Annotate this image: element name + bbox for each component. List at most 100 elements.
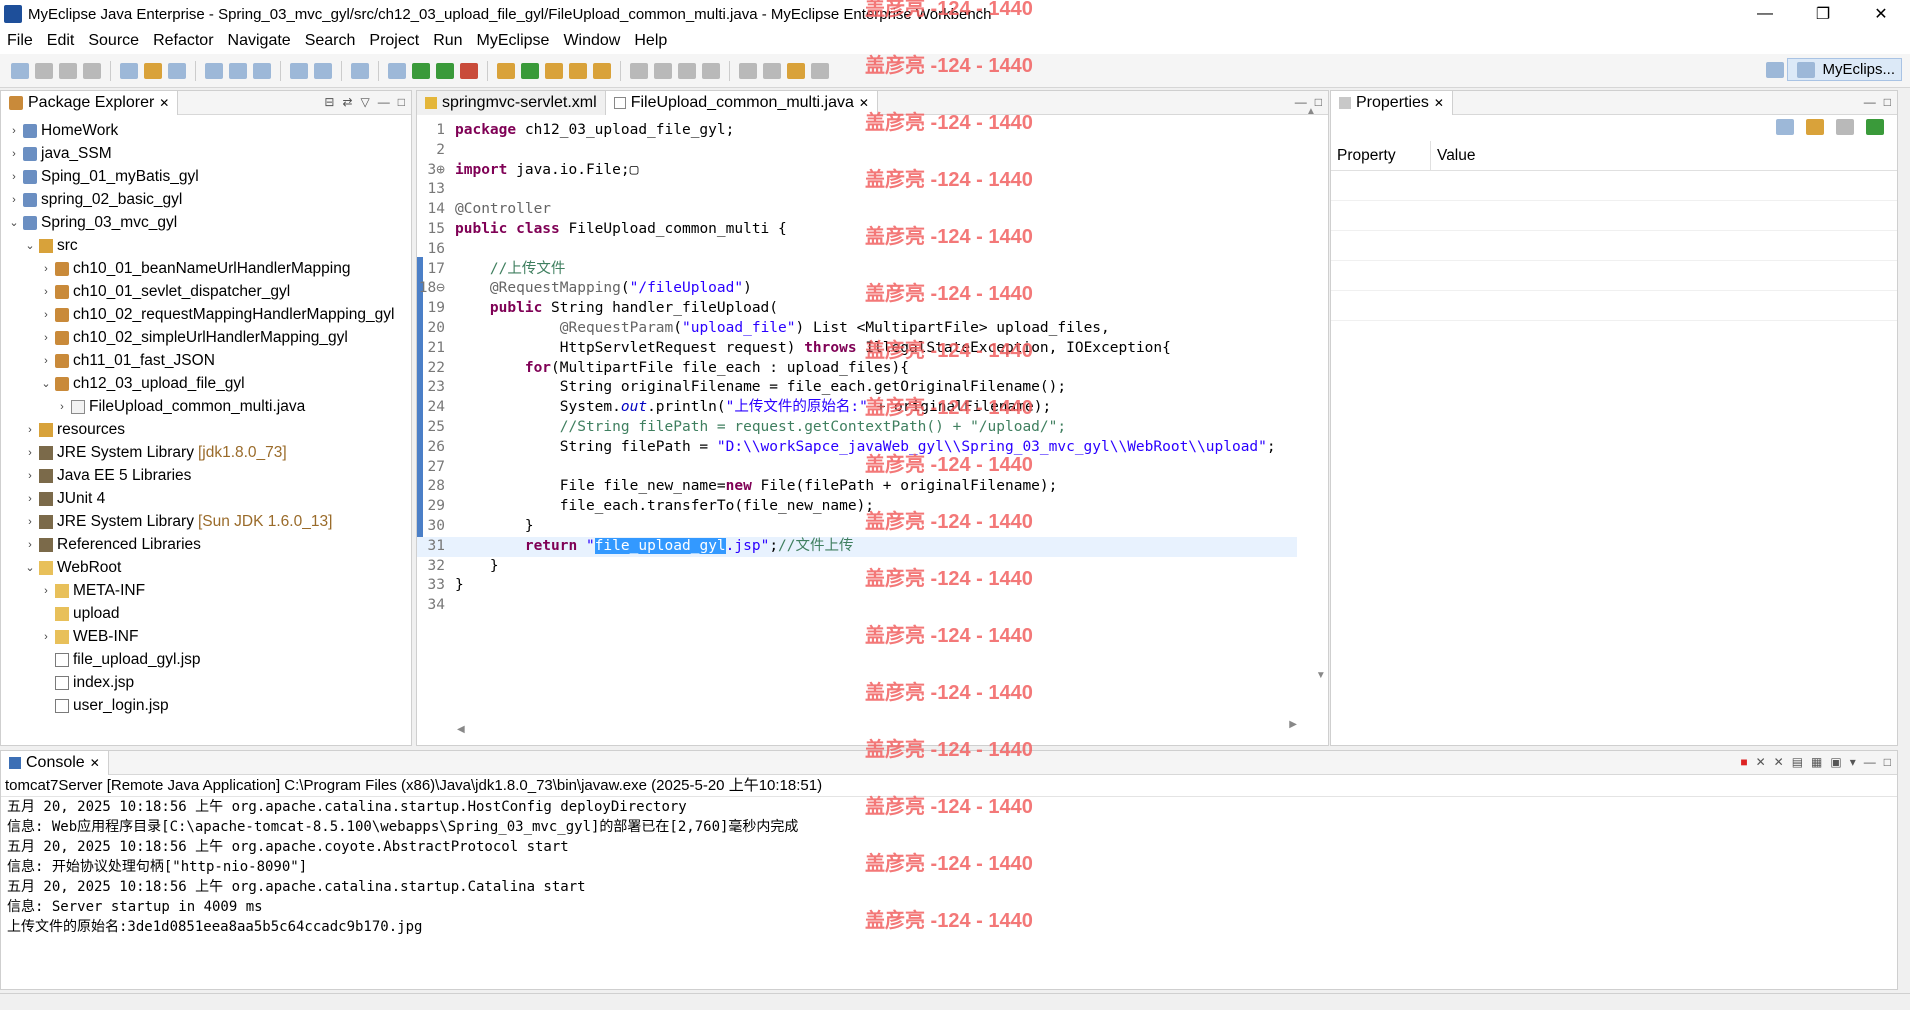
- deploy-icon[interactable]: [229, 62, 247, 79]
- menu-edit[interactable]: Edit: [40, 32, 82, 50]
- pin-console-icon[interactable]: ▣: [1830, 755, 1841, 769]
- expand-arrow-icon[interactable]: ⌄: [7, 216, 21, 229]
- menu-project[interactable]: Project: [362, 32, 426, 50]
- menu-source[interactable]: Source: [81, 32, 146, 50]
- menu-myeclipse[interactable]: MyEclipse: [470, 32, 557, 50]
- print-icon[interactable]: [83, 62, 101, 79]
- code-line[interactable]: 28 File file_new_name=new File(filePath …: [417, 477, 1297, 497]
- expand-arrow-icon[interactable]: ›: [23, 470, 37, 482]
- code-line[interactable]: 1 package ch12_03_upload_file_gyl;: [417, 121, 1297, 141]
- code-line[interactable]: 3⊕ import java.io.File;▢: [417, 161, 1297, 181]
- paragraph-icon[interactable]: [702, 62, 720, 79]
- maximize-view-icon[interactable]: □: [1884, 755, 1891, 769]
- tree-item[interactable]: › HomeWork: [1, 119, 411, 142]
- minimize-view-icon[interactable]: —: [1295, 95, 1307, 109]
- tab-fileupload-java[interactable]: FileUpload_common_multi.java ✕: [605, 90, 878, 115]
- close-tab-icon[interactable]: ✕: [159, 96, 169, 110]
- tree-item[interactable]: ⌄ WebRoot: [1, 556, 411, 579]
- perspective-myeclipse-button[interactable]: MyEclips...: [1787, 58, 1902, 81]
- collapse-all-icon[interactable]: ⊟: [324, 95, 334, 109]
- code-line[interactable]: 18⊖ @RequestMapping("/fileUpload"): [417, 279, 1297, 299]
- code-line[interactable]: 13: [417, 180, 1297, 200]
- new-class-icon[interactable]: [521, 62, 539, 79]
- view-menu-icon[interactable]: ▽: [361, 95, 370, 109]
- editor-horizontal-scrollbar[interactable]: ◀ ▶: [457, 719, 1297, 735]
- minimize-button[interactable]: —: [1736, 0, 1794, 28]
- maximize-button[interactable]: ❐: [1794, 0, 1852, 28]
- server-icon[interactable]: [205, 62, 223, 79]
- tree-item[interactable]: › ch10_02_simpleUrlHandlerMapping_gyl: [1, 326, 411, 349]
- editor-vertical-scrollbar[interactable]: ▲ ▼: [1306, 101, 1326, 681]
- expand-arrow-icon[interactable]: ›: [55, 401, 69, 413]
- expand-arrow-icon[interactable]: ›: [23, 424, 37, 436]
- new-icon[interactable]: [11, 62, 29, 79]
- tree-item[interactable]: file_upload_gyl.jsp: [1, 648, 411, 671]
- open-console-icon[interactable]: ▾: [1850, 755, 1856, 769]
- tree-item[interactable]: › Sping_01_myBatis_gyl: [1, 165, 411, 188]
- minimize-view-icon[interactable]: —: [1864, 95, 1876, 109]
- external-tools-icon[interactable]: [460, 62, 478, 79]
- new-wizard-icon[interactable]: [120, 62, 138, 79]
- expand-arrow-icon[interactable]: ›: [39, 585, 53, 597]
- menu-file[interactable]: File: [0, 32, 40, 50]
- code-line[interactable]: 14 @Controller: [417, 200, 1297, 220]
- tree-item[interactable]: ⌄ src: [1, 234, 411, 257]
- expand-arrow-icon[interactable]: ›: [39, 309, 53, 321]
- expand-arrow-icon[interactable]: ›: [39, 631, 53, 643]
- open-type-icon[interactable]: [144, 62, 162, 79]
- code-line[interactable]: 27: [417, 458, 1297, 478]
- code-line[interactable]: 19 public String handler_fileUpload(: [417, 299, 1297, 319]
- code-line[interactable]: 30 }: [417, 517, 1297, 537]
- maximize-view-icon[interactable]: □: [398, 95, 405, 109]
- categories-icon[interactable]: [1776, 119, 1794, 135]
- tree-item[interactable]: › JRE System Library [jdk1.8.0_73]: [1, 441, 411, 464]
- open-perspective-icon[interactable]: [1766, 61, 1785, 78]
- tree-item[interactable]: › resources: [1, 418, 411, 441]
- code-line[interactable]: 24 System.out.println("上传文件的原始名:" + orig…: [417, 398, 1297, 418]
- expand-arrow-icon[interactable]: ›: [23, 447, 37, 459]
- tree-item[interactable]: ⌄ ch12_03_upload_file_gyl: [1, 372, 411, 395]
- tab-package-explorer[interactable]: Package Explorer ✕: [1, 90, 179, 115]
- tree-item[interactable]: › FileUpload_common_multi.java: [1, 395, 411, 418]
- debug-icon[interactable]: [388, 62, 406, 79]
- pen-icon[interactable]: [654, 62, 672, 79]
- tree-item[interactable]: › META-INF: [1, 579, 411, 602]
- run-icon[interactable]: [412, 62, 430, 79]
- terminate-icon[interactable]: ■: [1740, 755, 1747, 769]
- value-column-header[interactable]: Value: [1431, 141, 1482, 170]
- close-button[interactable]: ✕: [1852, 0, 1910, 28]
- expand-arrow-icon[interactable]: ›: [7, 148, 21, 160]
- remove-all-icon[interactable]: ✕: [1774, 755, 1784, 769]
- save-icon[interactable]: [35, 62, 53, 79]
- expand-arrow-icon[interactable]: ⌄: [23, 561, 37, 574]
- menu-help[interactable]: Help: [627, 32, 674, 50]
- filter-icon[interactable]: [1806, 119, 1824, 135]
- tree-item[interactable]: › WEB-INF: [1, 625, 411, 648]
- code-line[interactable]: 33}: [417, 576, 1297, 596]
- tree-item[interactable]: › spring_02_basic_gyl: [1, 188, 411, 211]
- expand-arrow-icon[interactable]: ⌄: [39, 377, 53, 390]
- open-resource-icon[interactable]: [168, 62, 186, 79]
- new-java-project-icon[interactable]: [497, 62, 515, 79]
- tab-springmvc-servlet-xml[interactable]: springmvc-servlet.xml: [417, 90, 606, 115]
- tab-console[interactable]: Console ✕: [1, 750, 109, 775]
- annotation-icon[interactable]: [630, 62, 648, 79]
- task-icon[interactable]: [593, 62, 611, 79]
- link-editor-icon[interactable]: ⇄: [342, 95, 352, 109]
- menu-navigate[interactable]: Navigate: [221, 32, 298, 50]
- code-line[interactable]: 22 for(MultipartFile file_each : upload_…: [417, 359, 1297, 379]
- menu-run[interactable]: Run: [426, 32, 469, 50]
- tree-item[interactable]: › ch10_02_requestMappingHandlerMapping_gy…: [1, 303, 411, 326]
- debug-server-icon[interactable]: [290, 62, 308, 79]
- code-line[interactable]: 16: [417, 240, 1297, 260]
- code-line[interactable]: 34: [417, 596, 1297, 616]
- expand-arrow-icon[interactable]: ›: [39, 263, 53, 275]
- property-column-header[interactable]: Property: [1331, 141, 1431, 170]
- code-line[interactable]: 20 @RequestParam("upload_file") List <Mu…: [417, 319, 1297, 339]
- close-tab-icon[interactable]: ✕: [1434, 96, 1444, 110]
- remove-launch-icon[interactable]: ✕: [1756, 755, 1766, 769]
- minimize-view-icon[interactable]: —: [378, 95, 390, 109]
- tools-icon[interactable]: [351, 62, 369, 79]
- close-tab-icon[interactable]: ✕: [90, 756, 100, 770]
- tree-item[interactable]: › Referenced Libraries: [1, 533, 411, 556]
